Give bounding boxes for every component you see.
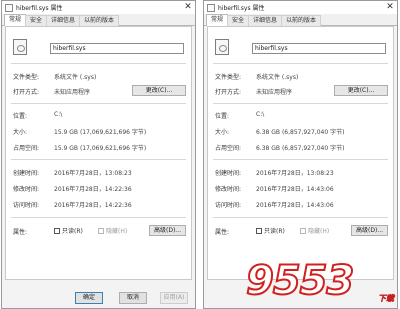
location-value: C:\	[256, 111, 265, 118]
created-value: 2016年7月28日，13:08:23	[54, 170, 132, 177]
disk-size-value: 15.9 GB (17,069,621,696 字节)	[54, 145, 147, 152]
divider	[11, 217, 186, 218]
open-with-value: 未知应用程序	[54, 89, 91, 96]
modified-value: 2016年7月28日，14:43:06	[256, 186, 334, 193]
open-with-value: 未知应用程序	[256, 89, 293, 96]
window-title: hiberfil.sys 属性	[16, 5, 63, 12]
watermark-brand: 9553	[245, 258, 355, 304]
properties-dialog-left: hiberfil.sys 属性 ✕ 常规 安全 详细信息 以前的版本 hiber…	[1, 0, 196, 309]
open-with-label: 打开方式:	[13, 89, 40, 96]
tab-bar: 常规 安全 详细信息 以前的版本	[2, 14, 195, 26]
tab-details[interactable]: 详细信息	[46, 15, 81, 26]
location-value: C:\	[54, 111, 63, 118]
divider	[11, 159, 186, 160]
advanced-button[interactable]: 高级(D)...	[149, 225, 186, 236]
attributes-label: 属性:	[13, 229, 28, 236]
window-title: hiberfil.sys 属性	[218, 5, 265, 12]
tab-previous-versions[interactable]: 以前的版本	[79, 15, 120, 26]
file-icon	[207, 3, 215, 12]
hidden-label: 隐藏(H)	[106, 228, 128, 235]
divider	[11, 103, 186, 104]
created-value: 2016年7月28日，13:08:23	[256, 170, 334, 177]
advanced-button[interactable]: 高级(D)...	[351, 225, 388, 236]
readonly-label: 只读(R)	[62, 228, 83, 235]
hidden-checkbox[interactable]: 隐藏(H)	[300, 226, 329, 235]
location-label: 位置:	[13, 113, 28, 120]
dialog-button-bar: 确定 取消 应用(A)	[2, 282, 195, 308]
site-watermark: 9553 下载	[245, 258, 396, 306]
size-label: 大小:	[13, 129, 28, 136]
tab-general[interactable]: 常规	[4, 14, 27, 26]
created-label: 创建时间:	[215, 170, 242, 177]
accessed-label: 访问时间:	[215, 202, 242, 209]
divider	[213, 63, 388, 64]
tab-previous-versions[interactable]: 以前的版本	[281, 15, 322, 26]
tab-general[interactable]: 常规	[206, 14, 229, 26]
general-panel: hiberfil.sys 文件类型: 系统文件 (.sys) 打开方式: 未知应…	[207, 26, 394, 280]
size-value: 15.9 GB (17,069,621,696 字节)	[54, 129, 147, 136]
close-icon[interactable]: ✕	[181, 1, 195, 14]
hidden-checkbox[interactable]: 隐藏(H)	[98, 226, 127, 235]
apply-button[interactable]: 应用(A)	[160, 292, 188, 304]
modified-label: 修改时间:	[215, 186, 242, 193]
change-button[interactable]: 更改(C)...	[132, 85, 186, 96]
tab-details[interactable]: 详细信息	[248, 15, 283, 26]
size-value: 6.38 GB (6,857,927,040 字节)	[256, 129, 345, 136]
file-name-field[interactable]: hiberfil.sys	[252, 43, 386, 54]
title-bar: hiberfil.sys 属性 ✕	[204, 1, 397, 14]
open-with-label: 打开方式:	[215, 89, 242, 96]
document-icon	[215, 39, 229, 55]
hidden-label: 隐藏(H)	[308, 228, 330, 235]
file-type-value: 系统文件 (.sys)	[54, 74, 97, 81]
cancel-button[interactable]: 取消	[119, 292, 147, 304]
size-label: 大小:	[215, 129, 230, 136]
divider	[213, 217, 388, 218]
checkbox-box[interactable]	[300, 227, 306, 234]
checkbox-box[interactable]	[54, 227, 60, 234]
divider	[213, 103, 388, 104]
checkbox-box[interactable]	[98, 227, 104, 234]
tab-security[interactable]: 安全	[25, 15, 48, 26]
modified-value: 2016年7月28日，14:22:36	[54, 186, 132, 193]
file-type-label: 文件类型:	[215, 74, 242, 81]
general-panel: hiberfil.sys 文件类型: 系统文件 (.sys) 打开方式: 未知应…	[5, 26, 192, 280]
checkbox-box[interactable]	[256, 227, 262, 234]
accessed-value: 2016年7月28日，14:22:36	[54, 202, 132, 209]
location-label: 位置:	[215, 113, 230, 120]
title-bar: hiberfil.sys 属性 ✕	[2, 1, 195, 14]
tab-bar: 常规 安全 详细信息 以前的版本	[204, 14, 397, 26]
accessed-value: 2016年7月28日，14:43:06	[256, 202, 334, 209]
readonly-label: 只读(R)	[264, 228, 285, 235]
disk-size-label: 占用空间:	[13, 145, 40, 152]
close-icon[interactable]: ✕	[383, 1, 397, 14]
accessed-label: 访问时间:	[13, 202, 40, 209]
watermark-sub: 下载	[378, 294, 395, 304]
divider	[11, 63, 186, 64]
readonly-checkbox[interactable]: 只读(R)	[256, 226, 285, 235]
file-type-value: 系统文件 (.sys)	[256, 74, 299, 81]
file-type-label: 文件类型:	[13, 74, 40, 81]
file-icon	[5, 3, 13, 12]
file-name-field[interactable]: hiberfil.sys	[50, 43, 184, 54]
ok-button[interactable]: 确定	[75, 292, 103, 304]
tab-security[interactable]: 安全	[227, 15, 250, 26]
divider	[213, 159, 388, 160]
attributes-label: 属性:	[215, 229, 230, 236]
modified-label: 修改时间:	[13, 186, 40, 193]
disk-size-value: 6.38 GB (6,857,927,040 字节)	[256, 145, 345, 152]
disk-size-label: 占用空间:	[215, 145, 242, 152]
created-label: 创建时间:	[13, 170, 40, 177]
change-button[interactable]: 更改(C)...	[334, 85, 388, 96]
readonly-checkbox[interactable]: 只读(R)	[54, 226, 83, 235]
document-icon	[13, 39, 27, 55]
